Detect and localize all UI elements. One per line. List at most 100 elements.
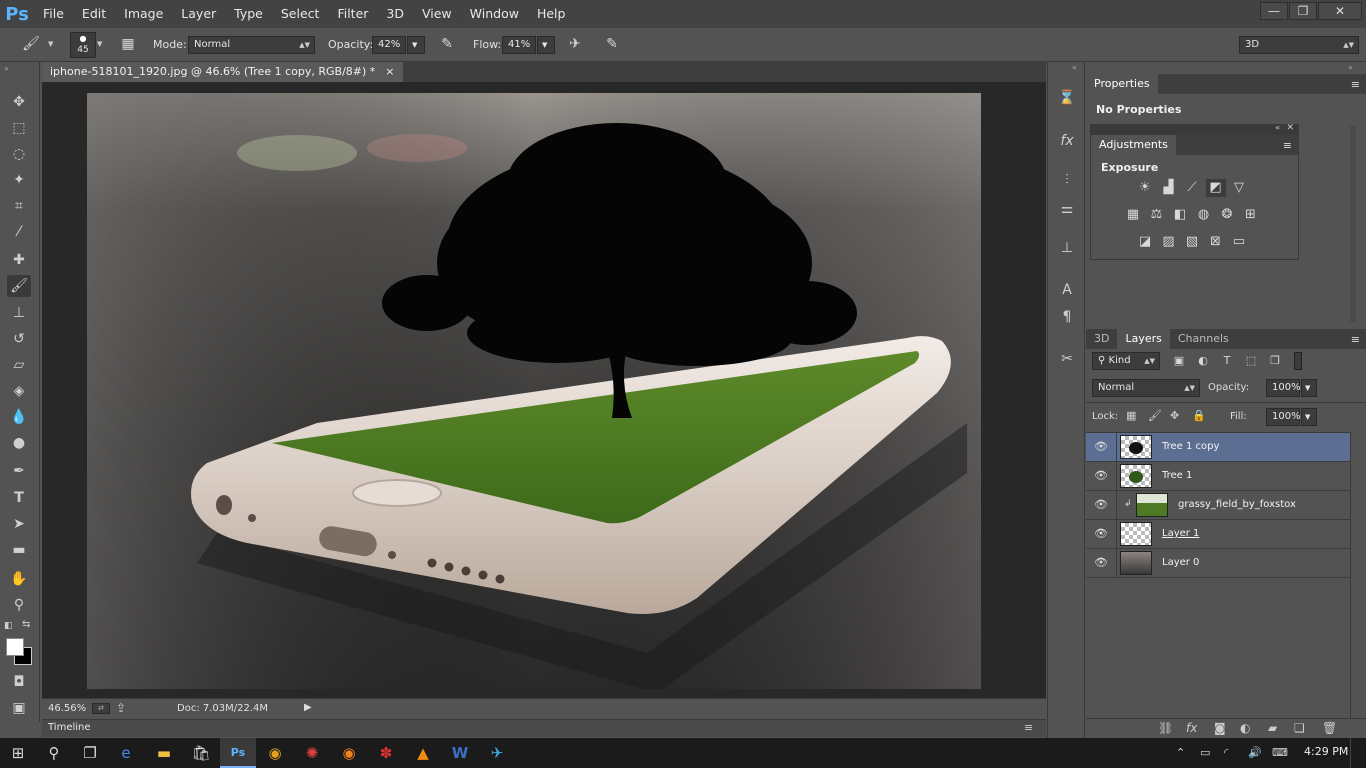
visibility-eye-icon[interactable]: 👁 <box>1092 556 1110 570</box>
lasso-tool-icon[interactable]: ◌ <box>7 143 31 165</box>
delete-layer-icon[interactable]: 🗑 <box>1322 721 1337 735</box>
close-adjustments-icon[interactable]: ✕ <box>1286 123 1294 133</box>
move-tool-icon[interactable]: ✥ <box>7 91 31 113</box>
flow-input[interactable]: 41% <box>502 36 536 54</box>
new-adjustment-layer-icon[interactable]: ◐ <box>1240 721 1250 735</box>
canvas-area[interactable] <box>42 82 1046 698</box>
menu-view[interactable]: View <box>413 0 461 28</box>
firefox-icon[interactable]: ◉ <box>331 738 367 768</box>
adjustments-menu-icon[interactable]: ≡ <box>1283 139 1292 152</box>
filter-shape-icon[interactable]: ⬚ <box>1240 350 1262 372</box>
swap-colors-icon[interactable]: ⇆ <box>22 619 30 630</box>
history-panel-icon[interactable]: ⌛ <box>1056 87 1078 109</box>
filter-smart-object-icon[interactable]: ❐ <box>1264 350 1286 372</box>
vlc-icon[interactable]: ▲ <box>405 738 441 768</box>
flow-dropdown-icon[interactable]: ▼ <box>537 36 555 54</box>
magic-wand-tool-icon[interactable]: ✦ <box>7 169 31 191</box>
tab-layers[interactable]: Layers <box>1117 329 1170 349</box>
exposure-icon[interactable]: ◩ <box>1205 179 1226 197</box>
default-colors-icon[interactable]: ◧ <box>4 621 13 631</box>
close-document-icon[interactable]: × <box>385 62 394 82</box>
paragraph-panel-icon[interactable]: ¶ <box>1056 306 1078 328</box>
properties-menu-icon[interactable]: ≡ <box>1351 78 1360 91</box>
chrome-icon[interactable]: ◉ <box>257 738 293 768</box>
zoom-tool-icon[interactable]: ⚲ <box>7 594 31 616</box>
timeline-tab[interactable]: Timeline <box>48 722 91 733</box>
photo-filter-icon[interactable]: ◍ <box>1194 206 1214 224</box>
rectangle-tool-icon[interactable]: ▬ <box>7 539 31 561</box>
blur-tool-icon[interactable]: 💧 <box>7 406 31 428</box>
preset-dropdown-arrow-icon[interactable]: ▼ <box>48 40 53 48</box>
lock-image-icon[interactable]: 🖌 <box>1148 409 1162 422</box>
minimize-button[interactable]: — <box>1260 2 1288 20</box>
adjustments-tab[interactable]: Adjustments <box>1091 135 1176 155</box>
foreground-color-swatch[interactable] <box>6 638 24 656</box>
filter-adjustment-icon[interactable]: ◐ <box>1192 350 1214 372</box>
tool-presets-panel-icon[interactable]: ✂ <box>1056 348 1078 370</box>
keyboard-language-icon[interactable]: ⌨ <box>1272 746 1288 759</box>
black-white-icon[interactable]: ◧ <box>1170 206 1190 224</box>
brush-size-picker[interactable]: ● 45 <box>70 32 96 58</box>
menu-help[interactable]: Help <box>528 0 575 28</box>
adjustments-sliders-icon[interactable]: ⚌ <box>1056 198 1078 220</box>
menu-filter[interactable]: Filter <box>328 0 377 28</box>
link-layers-icon[interactable]: ⛓ <box>1158 721 1173 735</box>
layer-row[interactable]: 👁 Tree 1 <box>1086 462 1350 491</box>
volume-icon[interactable]: 🔊 <box>1248 746 1262 759</box>
color-balance-icon[interactable]: ⚖ <box>1147 206 1167 224</box>
battery-icon[interactable]: ▭ <box>1200 746 1210 759</box>
search-icon[interactable]: ⚲ <box>36 738 72 768</box>
photoshop-taskbar-icon[interactable]: Ps <box>220 738 256 768</box>
layer-row[interactable]: 👁 Layer 0 <box>1086 549 1350 578</box>
start-button-icon[interactable]: ⊞ <box>0 738 36 768</box>
share-image-icon[interactable]: ⇄ <box>92 703 110 714</box>
fill-dropdown-icon[interactable]: ▼ <box>1301 408 1317 426</box>
eyedropper-tool-icon[interactable]: ⁄ <box>7 221 31 243</box>
layer-name[interactable]: Tree 1 <box>1162 470 1192 481</box>
paint-bucket-tool-icon[interactable]: ◈ <box>7 380 31 402</box>
edge-icon[interactable]: e <box>108 738 144 768</box>
layer-name[interactable]: Tree 1 copy <box>1162 441 1219 452</box>
status-menu-arrow-icon[interactable]: ▶ <box>304 702 312 713</box>
menu-window[interactable]: Window <box>461 0 528 28</box>
pressure-opacity-icon[interactable]: ✎ <box>436 33 458 55</box>
collapse-dock-icon[interactable]: » <box>1348 63 1353 72</box>
menu-3d[interactable]: 3D <box>377 0 413 28</box>
lock-transparent-icon[interactable]: ▦ <box>1126 409 1136 422</box>
airbrush-icon[interactable]: ✈ <box>564 33 586 55</box>
layers-scrollbar[interactable] <box>1350 432 1366 718</box>
show-desktop-button[interactable] <box>1350 738 1366 768</box>
document-canvas-image[interactable] <box>87 93 981 689</box>
layer-name[interactable]: grassy_field_by_foxstox <box>1178 499 1296 510</box>
menu-edit[interactable]: Edit <box>73 0 115 28</box>
lock-position-icon[interactable]: ✥ <box>1170 409 1179 422</box>
crop-tool-icon[interactable]: ⌗ <box>7 195 31 217</box>
app-icon[interactable]: ✺ <box>294 738 330 768</box>
store-icon[interactable]: 🛍 <box>183 738 219 768</box>
show-hidden-icons[interactable]: ⌃ <box>1176 746 1185 759</box>
visibility-eye-icon[interactable]: 👁 <box>1092 469 1110 483</box>
wifi-icon[interactable]: ◜ <box>1224 746 1228 759</box>
type-tool-icon[interactable]: T <box>7 487 31 509</box>
brightness-contrast-icon[interactable]: ☀ <box>1135 179 1155 197</box>
layer-name[interactable]: Layer 0 <box>1162 557 1199 568</box>
clone-source-panel-icon[interactable]: ⊥ <box>1056 237 1078 259</box>
menu-layer[interactable]: Layer <box>172 0 225 28</box>
channel-mixer-icon[interactable]: ❂ <box>1217 206 1237 224</box>
hue-saturation-icon[interactable]: ▦ <box>1123 206 1143 224</box>
collapse-toolbox-icon[interactable]: » <box>4 64 9 73</box>
layer-name[interactable]: Layer 1 <box>1162 528 1199 539</box>
opacity-input[interactable]: 42% <box>372 36 406 54</box>
restore-button[interactable]: ❐ <box>1289 2 1317 20</box>
brush-size-dropdown-icon[interactable]: ▼ <box>97 40 102 48</box>
gradient-map-icon[interactable]: ▭ <box>1229 233 1249 251</box>
eraser-tool-icon[interactable]: ▱ <box>7 354 31 376</box>
task-view-icon[interactable]: ❐ <box>72 738 108 768</box>
add-mask-icon[interactable]: ◙ <box>1214 721 1226 735</box>
blend-mode-select[interactable]: Normal ▲▼ <box>1092 379 1200 397</box>
visibility-eye-icon[interactable]: 👁 <box>1092 527 1110 541</box>
selective-color-icon[interactable]: ⊠ <box>1206 233 1226 251</box>
brush-presets-panel-icon[interactable]: ⫶ <box>1056 169 1078 191</box>
zoom-level[interactable]: 46.56% <box>48 703 86 714</box>
clock[interactable]: 4:29 PM <box>1304 745 1348 758</box>
